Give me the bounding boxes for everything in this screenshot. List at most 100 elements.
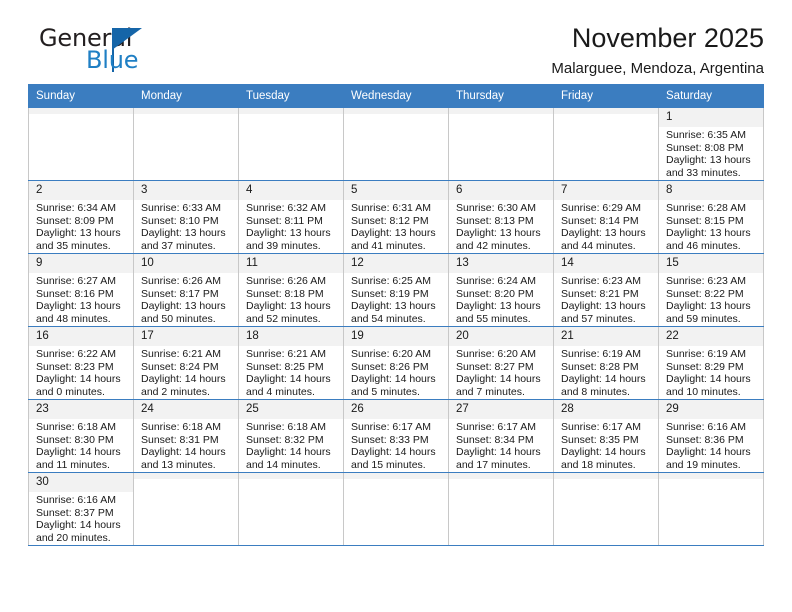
sunset-time: Sunset: 8:14 PM: [561, 214, 639, 227]
calendar-day-cell[interactable]: 15 Sunrise: 6:23 AM Sunset: 8:22 PM Dayligh…: [658, 253, 764, 327]
day-info: Sunrise: 6:33 AM Sunset: 8:10 PM Daylight:…: [134, 200, 238, 252]
daylight-duration-line1: Daylight: 14 hours: [246, 446, 331, 459]
calendar-day-cell[interactable]: 23 Sunrise: 6:18 AM Sunset: 8:30 PM Dayligh…: [28, 399, 134, 473]
daylight-duration-line1: Daylight: 13 hours: [141, 227, 226, 240]
calendar-empty-cell: [553, 107, 659, 181]
calendar-page: General Blue November 2025 Malarguee, Me…: [0, 0, 792, 612]
sunrise-time: Sunrise: 6:31 AM: [351, 202, 431, 214]
sunrise-time: Sunrise: 6:25 AM: [351, 275, 431, 287]
daylight-duration-line2: and 11 minutes.: [36, 458, 110, 471]
day-number: [449, 473, 553, 479]
calendar-empty-cell: [133, 472, 239, 546]
daylight-duration-line1: Daylight: 14 hours: [246, 373, 331, 386]
calendar-day-cell[interactable]: 16 Sunrise: 6:22 AM Sunset: 8:23 PM Dayligh…: [28, 326, 134, 400]
daylight-duration-line1: Daylight: 13 hours: [561, 227, 646, 240]
calendar-day-cell[interactable]: 9 Sunrise: 6:27 AM Sunset: 8:16 PM Daylight…: [28, 253, 134, 327]
daylight-duration-line1: Daylight: 13 hours: [456, 300, 541, 313]
daylight-duration-line2: and 2 minutes.: [141, 385, 210, 398]
daylight-duration-line1: Daylight: 14 hours: [36, 519, 121, 532]
day-number: 18: [239, 327, 343, 346]
day-number: 15: [659, 254, 763, 273]
sunset-time: Sunset: 8:19 PM: [351, 287, 429, 300]
daylight-duration-line2: and 8 minutes.: [561, 385, 630, 398]
sunrise-time: Sunrise: 6:32 AM: [246, 202, 326, 214]
day-number: 21: [554, 327, 658, 346]
daylight-duration-line1: Daylight: 13 hours: [36, 300, 121, 313]
weekday-header-monday: Monday: [133, 84, 239, 108]
calendar-day-cell[interactable]: 8 Sunrise: 6:28 AM Sunset: 8:15 PM Daylight…: [658, 180, 764, 254]
calendar-day-cell[interactable]: 24 Sunrise: 6:18 AM Sunset: 8:31 PM Dayligh…: [133, 399, 239, 473]
day-info: Sunrise: 6:26 AM Sunset: 8:17 PM Daylight:…: [134, 273, 238, 325]
day-info: Sunrise: 6:22 AM Sunset: 8:23 PM Daylight:…: [29, 346, 133, 398]
sunset-time: Sunset: 8:26 PM: [351, 360, 429, 373]
calendar-day-cell[interactable]: 13 Sunrise: 6:24 AM Sunset: 8:20 PM Dayligh…: [448, 253, 554, 327]
daylight-duration-line1: Daylight: 14 hours: [666, 446, 751, 459]
calendar-day-cell[interactable]: 27 Sunrise: 6:17 AM Sunset: 8:34 PM Dayligh…: [448, 399, 554, 473]
calendar-day-cell[interactable]: 10 Sunrise: 6:26 AM Sunset: 8:17 PM Dayligh…: [133, 253, 239, 327]
day-info: Sunrise: 6:21 AM Sunset: 8:24 PM Daylight:…: [134, 346, 238, 398]
sunset-time: Sunset: 8:11 PM: [246, 214, 323, 227]
sunset-time: Sunset: 8:35 PM: [561, 433, 639, 446]
day-info: Sunrise: 6:16 AM Sunset: 8:36 PM Daylight:…: [659, 419, 763, 471]
sunrise-time: Sunrise: 6:30 AM: [456, 202, 536, 214]
calendar-day-cell[interactable]: 2 Sunrise: 6:34 AM Sunset: 8:09 PM Daylight…: [28, 180, 134, 254]
day-info: Sunrise: 6:21 AM Sunset: 8:25 PM Daylight:…: [239, 346, 343, 398]
calendar-day-cell[interactable]: 4 Sunrise: 6:32 AM Sunset: 8:11 PM Daylight…: [238, 180, 344, 254]
day-number: 9: [29, 254, 133, 273]
calendar-day-cell[interactable]: 5 Sunrise: 6:31 AM Sunset: 8:12 PM Daylight…: [343, 180, 449, 254]
day-info: Sunrise: 6:16 AM Sunset: 8:37 PM Daylight:…: [29, 492, 133, 544]
day-info: Sunrise: 6:17 AM Sunset: 8:35 PM Daylight:…: [554, 419, 658, 471]
calendar-day-cell[interactable]: 3 Sunrise: 6:33 AM Sunset: 8:10 PM Daylight…: [133, 180, 239, 254]
calendar-day-cell[interactable]: 18 Sunrise: 6:21 AM Sunset: 8:25 PM Dayligh…: [238, 326, 344, 400]
calendar-day-cell[interactable]: 28 Sunrise: 6:17 AM Sunset: 8:35 PM Dayligh…: [553, 399, 659, 473]
calendar-day-cell[interactable]: 20 Sunrise: 6:20 AM Sunset: 8:27 PM Dayligh…: [448, 326, 554, 400]
day-number: 6: [449, 181, 553, 200]
day-number: 16: [29, 327, 133, 346]
day-number: 22: [659, 327, 763, 346]
calendar-day-cell[interactable]: 21 Sunrise: 6:19 AM Sunset: 8:28 PM Dayligh…: [553, 326, 659, 400]
day-info: Sunrise: 6:23 AM Sunset: 8:21 PM Daylight:…: [554, 273, 658, 325]
daylight-duration-line1: Daylight: 13 hours: [456, 227, 541, 240]
calendar-empty-cell: [448, 107, 554, 181]
daylight-duration-line1: Daylight: 13 hours: [246, 227, 331, 240]
calendar-day-cell[interactable]: 30 Sunrise: 6:16 AM Sunset: 8:37 PM Dayligh…: [28, 472, 134, 546]
calendar-day-cell[interactable]: 7 Sunrise: 6:29 AM Sunset: 8:14 PM Daylight…: [553, 180, 659, 254]
daylight-duration-line1: Daylight: 14 hours: [456, 446, 541, 459]
daylight-duration-line2: and 42 minutes.: [456, 239, 531, 252]
calendar-day-cell[interactable]: 19 Sunrise: 6:20 AM Sunset: 8:26 PM Dayligh…: [343, 326, 449, 400]
weekday-header-thursday: Thursday: [448, 84, 554, 108]
calendar-day-cell[interactable]: 11 Sunrise: 6:26 AM Sunset: 8:18 PM Dayligh…: [238, 253, 344, 327]
calendar-day-cell[interactable]: 22 Sunrise: 6:19 AM Sunset: 8:29 PM Dayligh…: [658, 326, 764, 400]
daylight-duration-line1: Daylight: 14 hours: [351, 373, 436, 386]
calendar-day-cell[interactable]: 1 Sunrise: 6:35 AM Sunset: 8:08 PM Daylight…: [658, 107, 764, 181]
daylight-duration-line1: Daylight: 13 hours: [666, 154, 751, 167]
calendar-day-cell[interactable]: 6 Sunrise: 6:30 AM Sunset: 8:13 PM Daylight…: [448, 180, 554, 254]
logo-text-blue: Blue: [86, 46, 139, 74]
day-number: [554, 108, 658, 114]
daylight-duration-line2: and 44 minutes.: [561, 239, 636, 252]
daylight-duration-line1: Daylight: 14 hours: [141, 446, 226, 459]
calendar-day-cell[interactable]: 14 Sunrise: 6:23 AM Sunset: 8:21 PM Dayligh…: [553, 253, 659, 327]
daylight-duration-line2: and 48 minutes.: [36, 312, 111, 325]
daylight-duration-line1: Daylight: 14 hours: [666, 373, 751, 386]
calendar-body: 1 Sunrise: 6:35 AM Sunset: 8:08 PM Daylight…: [28, 107, 764, 546]
daylight-duration-line2: and 5 minutes.: [351, 385, 420, 398]
day-info: Sunrise: 6:18 AM Sunset: 8:32 PM Daylight:…: [239, 419, 343, 471]
daylight-duration-line2: and 46 minutes.: [666, 239, 741, 252]
day-number: 2: [29, 181, 133, 200]
general-blue-logo[interactable]: General Blue: [28, 24, 258, 76]
calendar-day-cell[interactable]: 25 Sunrise: 6:18 AM Sunset: 8:32 PM Dayligh…: [238, 399, 344, 473]
day-number: 7: [554, 181, 658, 200]
sunset-time: Sunset: 8:30 PM: [36, 433, 114, 446]
calendar-day-cell[interactable]: 17 Sunrise: 6:21 AM Sunset: 8:24 PM Dayligh…: [133, 326, 239, 400]
calendar-day-cell[interactable]: 12 Sunrise: 6:25 AM Sunset: 8:19 PM Dayligh…: [343, 253, 449, 327]
day-info: Sunrise: 6:31 AM Sunset: 8:12 PM Daylight:…: [344, 200, 448, 252]
daylight-duration-line1: Daylight: 13 hours: [36, 227, 121, 240]
sunrise-time: Sunrise: 6:17 AM: [456, 421, 536, 433]
sunrise-time: Sunrise: 6:18 AM: [141, 421, 221, 433]
calendar-day-cell[interactable]: 26 Sunrise: 6:17 AM Sunset: 8:33 PM Dayligh…: [343, 399, 449, 473]
day-info: Sunrise: 6:26 AM Sunset: 8:18 PM Daylight:…: [239, 273, 343, 325]
day-info: Sunrise: 6:35 AM Sunset: 8:08 PM Daylight:…: [659, 127, 763, 179]
calendar-day-cell[interactable]: 29 Sunrise: 6:16 AM Sunset: 8:36 PM Dayligh…: [658, 399, 764, 473]
day-number: [554, 473, 658, 479]
